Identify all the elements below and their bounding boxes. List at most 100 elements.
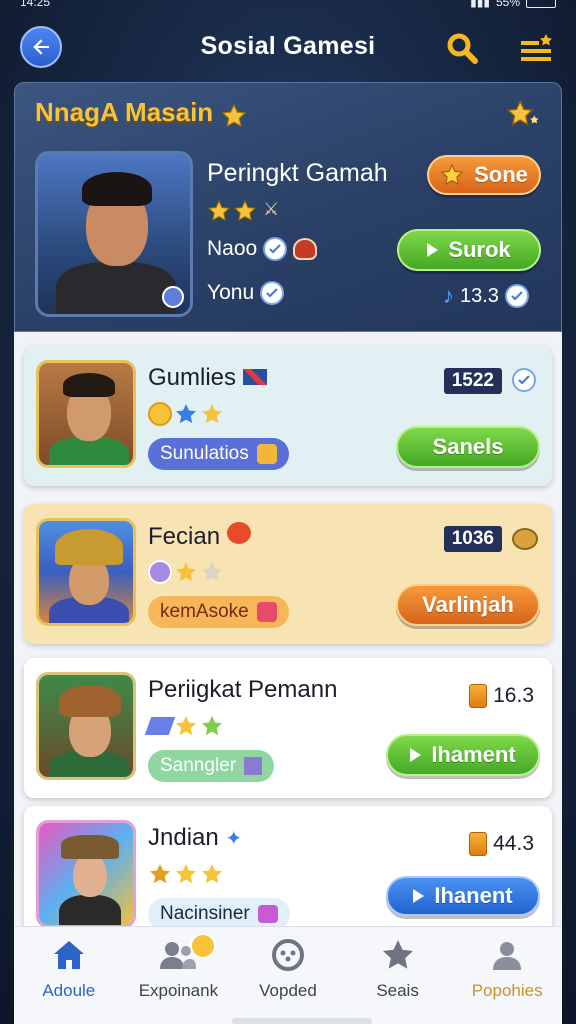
status-icons: ▮▮▮ 55%	[470, 0, 556, 12]
player-avatar	[36, 518, 136, 626]
player-score: 16.3	[469, 684, 534, 708]
bottom-nav: Adoule Expoinank Vopded Seais Popohies	[14, 926, 562, 1024]
player-action-button[interactable]: Varlinjah	[396, 584, 540, 626]
list-item[interactable]: Jndian ✦ Nacinsiner 44.3 Ihanent	[24, 806, 552, 928]
search-button[interactable]	[442, 28, 482, 68]
player-action-button[interactable]: Ihanent	[386, 876, 540, 916]
list-item[interactable]: Fecian kemAsoke 1036 Varlinjah	[24, 504, 552, 644]
nav-item-profile[interactable]: Popohies	[455, 937, 559, 1001]
star-icon	[221, 103, 247, 127]
player-avatar	[36, 672, 136, 780]
player-action-label: Ihament	[431, 742, 516, 767]
player-action-button[interactable]: Ihament	[386, 734, 540, 776]
featured-badge-button[interactable]: Sone	[427, 155, 541, 195]
gift-icon	[257, 905, 278, 923]
featured-badge-label: Sone	[474, 162, 528, 187]
star-icon	[440, 163, 464, 186]
controller-icon	[271, 939, 304, 971]
menu-star-icon	[521, 34, 552, 61]
home-icon	[53, 941, 84, 969]
featured-score-value: 13.3	[460, 284, 499, 307]
star-icon	[382, 940, 413, 969]
music-note-icon: ♪	[443, 283, 454, 308]
star-icon	[233, 199, 257, 222]
featured-line-2: Yonu	[207, 281, 285, 305]
check-icon	[263, 237, 288, 261]
menu-button[interactable]	[516, 28, 556, 68]
player-score-value: 44.3	[493, 832, 534, 855]
status-bar: 14:25 ▮▮▮ 55%	[0, 0, 576, 12]
home-indicator	[232, 1018, 372, 1024]
featured-rank-label: Peringkt Gamah	[207, 159, 388, 187]
star-icon	[202, 716, 222, 736]
back-button[interactable]	[20, 26, 62, 68]
list-item[interactable]: Gumlies Sunulatios 1522 Sanels	[24, 346, 552, 486]
play-icon	[410, 748, 422, 762]
player-list: Gumlies Sunulatios 1522 Sanels Fecian ke…	[14, 332, 562, 928]
medal-icon	[469, 832, 488, 856]
player-score: 1522	[443, 368, 502, 394]
player-name: Fecian	[148, 522, 251, 551]
nav-label: Adoule	[42, 981, 96, 1000]
featured-line-1: Naoo	[207, 237, 318, 261]
star-icon	[202, 404, 222, 424]
featured-primary-label: Surok	[448, 237, 511, 262]
featured-score: ♪ 13.3	[443, 283, 529, 309]
play-icon	[427, 243, 439, 257]
star-outline-icon	[202, 562, 222, 582]
player-score-value: 16.3	[493, 684, 534, 707]
sparkle-star-icon	[506, 99, 539, 126]
wrench-icon: ✦	[225, 828, 243, 850]
gift-icon	[256, 444, 277, 464]
notification-badge	[190, 933, 217, 959]
player-score: 44.3	[469, 832, 534, 856]
flag-icon	[242, 369, 267, 385]
featured-avatar	[35, 151, 193, 317]
star-icon	[202, 864, 222, 884]
star-icon	[176, 562, 196, 582]
nav-item-games[interactable]: Vopded	[236, 937, 340, 1001]
player-rating	[148, 402, 224, 426]
player-avatar	[36, 820, 136, 928]
featured-rating: ⚔	[207, 199, 279, 223]
battery-percent: 55%	[495, 0, 520, 9]
clock-icon	[148, 560, 172, 584]
player-tag-text: Sanngler	[160, 755, 237, 776]
arrow-left-icon	[33, 39, 49, 55]
player-score: 1036	[443, 526, 502, 552]
signal-icon: ▮▮▮	[470, 0, 490, 9]
player-tag-text: kemAsoke	[160, 601, 249, 622]
player-rating	[148, 560, 224, 584]
player-name-text: Gumlies	[148, 364, 237, 391]
player-tag-text: Sunulatios	[160, 443, 249, 464]
featured-line-1-text: Naoo	[207, 237, 258, 260]
player-name: Gumlies	[148, 364, 267, 392]
mushroom-icon	[293, 238, 318, 260]
featured-line-2-text: Yonu	[207, 281, 255, 304]
player-tag: Sunulatios	[148, 438, 289, 470]
play-icon	[413, 889, 425, 903]
cube-icon	[244, 757, 263, 775]
gem-icon	[144, 717, 176, 735]
player-tag: Nacinsiner	[148, 898, 290, 928]
nav-item-friends[interactable]: Expoinank	[126, 933, 230, 1001]
search-icon	[447, 33, 478, 64]
nav-item-favorites[interactable]: Seais	[346, 937, 450, 1001]
verified-badge-icon	[162, 286, 184, 308]
star-icon	[150, 864, 170, 884]
player-action-button[interactable]: Sanels	[396, 426, 540, 468]
star-icon	[207, 199, 231, 222]
star-icon	[176, 864, 196, 884]
player-rating	[144, 714, 224, 738]
nav-item-home[interactable]: Adoule	[17, 937, 121, 1001]
sword-icon: ⚔	[263, 199, 280, 219]
featured-title: NnagA Masain	[35, 97, 214, 127]
player-action-label: Sanels	[432, 434, 504, 459]
coins-icon	[512, 528, 538, 550]
list-item[interactable]: Periigkat Pemann Sanngler 16.3 Ihament	[24, 658, 552, 798]
player-action-label: Ihanent	[434, 883, 513, 908]
star-icon	[176, 716, 196, 736]
nav-label: Popohies	[471, 981, 543, 1000]
player-rating	[148, 862, 224, 886]
featured-primary-button[interactable]: Surok	[397, 229, 541, 271]
